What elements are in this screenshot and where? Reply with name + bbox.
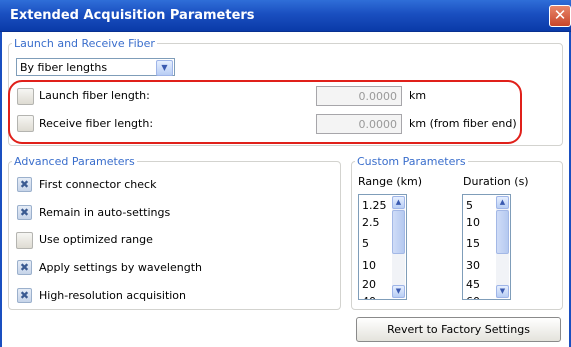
advanced-parameters-legend: Advanced Parameters xyxy=(14,155,135,168)
remain-auto-settings-label: Remain in auto-settings xyxy=(39,206,171,219)
range-list-item[interactable]: 1.25 xyxy=(362,199,387,212)
scroll-thumb[interactable] xyxy=(392,210,405,254)
launch-fiber-label: Launch fiber length: xyxy=(39,89,150,102)
range-column-header: Range (km) xyxy=(358,175,423,188)
scroll-up-icon[interactable]: ▲ xyxy=(392,196,405,209)
custom-parameters-legend: Custom Parameters xyxy=(357,155,466,168)
checkbox-x-icon: ✖ xyxy=(19,178,30,191)
receive-fiber-unit: km (from fiber end) xyxy=(409,117,517,130)
chevron-down-icon[interactable]: ▼ xyxy=(156,60,173,76)
receive-fiber-input[interactable]: 0.0000 xyxy=(316,114,402,134)
range-list-item[interactable]: 10 xyxy=(362,259,376,272)
first-connector-check-checkbox[interactable]: ✖ xyxy=(17,177,32,192)
range-list-item[interactable]: 40 xyxy=(362,295,376,299)
duration-list-item[interactable]: 5 xyxy=(466,199,473,212)
range-list-item[interactable]: 20 xyxy=(362,278,376,291)
use-optimized-range-checkbox[interactable] xyxy=(16,232,33,249)
duration-list-item[interactable]: 45 xyxy=(466,278,480,291)
high-resolution-label: High-resolution acquisition xyxy=(39,289,187,302)
launch-fiber-checkbox[interactable] xyxy=(17,88,34,105)
revert-factory-settings-button[interactable]: Revert to Factory Settings xyxy=(356,317,561,342)
checkbox-x-icon: ✖ xyxy=(19,261,30,274)
duration-list-item[interactable]: 60 xyxy=(466,295,480,299)
scroll-down-icon[interactable]: ▼ xyxy=(392,285,405,298)
range-list-item[interactable]: 2.5 xyxy=(362,216,380,229)
fiber-mode-value: By fiber lengths xyxy=(20,61,108,74)
window-title: Extended Acquisition Parameters xyxy=(10,8,255,23)
duration-scrollbar[interactable]: ▲ ▼ xyxy=(496,196,509,298)
range-scrollbar[interactable]: ▲ ▼ xyxy=(392,196,405,298)
launch-receive-legend: Launch and Receive Fiber xyxy=(14,37,155,50)
duration-list-item[interactable]: 30 xyxy=(466,259,480,272)
duration-listbox[interactable]: 5 10 15 30 45 60 ▲ ▼ xyxy=(462,194,511,300)
scroll-thumb[interactable] xyxy=(496,210,509,254)
first-connector-check-label: First connector check xyxy=(39,178,157,191)
use-optimized-range-label: Use optimized range xyxy=(39,233,153,246)
remain-auto-settings-checkbox[interactable]: ✖ xyxy=(17,205,32,220)
receive-fiber-label: Receive fiber length: xyxy=(39,117,154,130)
close-button[interactable]: ✕ xyxy=(549,5,571,27)
range-list-item[interactable]: 5 xyxy=(362,237,369,250)
apply-by-wavelength-checkbox[interactable]: ✖ xyxy=(17,260,32,275)
fiber-mode-dropdown[interactable]: By fiber lengths ▼ xyxy=(16,58,175,76)
apply-by-wavelength-label: Apply settings by wavelength xyxy=(39,261,202,274)
checkbox-x-icon: ✖ xyxy=(19,206,30,219)
checkbox-x-icon: ✖ xyxy=(19,289,30,302)
duration-list-item[interactable]: 10 xyxy=(466,216,480,229)
range-listbox[interactable]: 1.25 2.5 5 10 20 40 ▲ ▼ xyxy=(358,194,407,300)
launch-fiber-input[interactable]: 0.0000 xyxy=(316,86,402,106)
scroll-down-icon[interactable]: ▼ xyxy=(496,285,509,298)
duration-list-item[interactable]: 15 xyxy=(466,237,480,250)
launch-fiber-unit: km xyxy=(409,89,427,102)
high-resolution-checkbox[interactable]: ✖ xyxy=(17,288,32,303)
scroll-up-icon[interactable]: ▲ xyxy=(496,196,509,209)
receive-fiber-checkbox[interactable] xyxy=(17,115,34,132)
duration-column-header: Duration (s) xyxy=(463,175,529,188)
